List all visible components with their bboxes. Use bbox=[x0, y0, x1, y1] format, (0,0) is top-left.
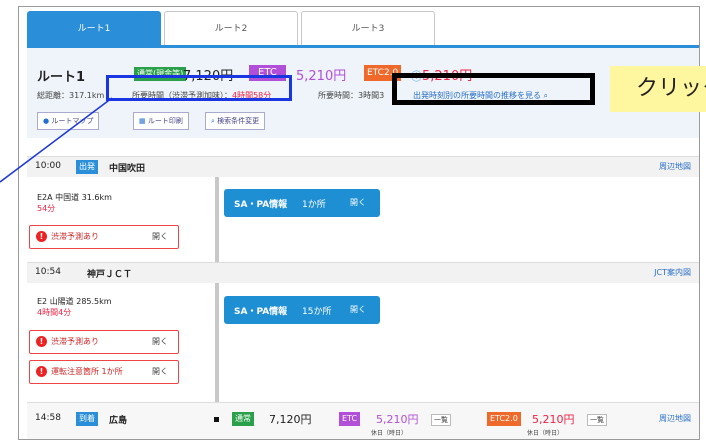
end-etc2-badge: ETC2.0 bbox=[487, 412, 521, 426]
road-segment-1: E2A 中国道 31.6km bbox=[37, 193, 112, 202]
sa-pa-2-open: 開く bbox=[350, 305, 366, 314]
tab-route-1[interactable]: ルート1 bbox=[27, 11, 161, 48]
end-etc-price: 5,210円 bbox=[376, 413, 419, 426]
transition-link-highlight-box bbox=[392, 73, 595, 105]
caution-spot-count: 1か所 bbox=[101, 367, 123, 376]
congestion-warning-1-open[interactable]: 開く bbox=[152, 231, 168, 242]
timeline-marker-end bbox=[214, 417, 219, 422]
sa-pa-info-button-1[interactable]: SA・PA情報 1か所 開く bbox=[224, 189, 380, 217]
road-segment-1-duration: 54分 bbox=[37, 204, 56, 213]
sa-pa-1-open: 開く bbox=[350, 198, 366, 207]
end-time: 14:58 bbox=[35, 413, 61, 423]
end-etc2-sub: 休日（時日） bbox=[527, 430, 564, 437]
sa-pa-1-title: SA・PA情報 bbox=[234, 200, 288, 210]
jct-guide-map-link[interactable]: JCT案内図 bbox=[654, 267, 691, 278]
click-callout: クリック bbox=[610, 66, 706, 112]
end-place: 広島 bbox=[109, 416, 128, 426]
start-place: 中国吹田 bbox=[109, 164, 146, 174]
caution-spot-text: 運転注意箇所 1か所 bbox=[51, 366, 123, 377]
congestion-warning-1[interactable]: ! 渋滞予測あり 開く bbox=[29, 225, 179, 249]
total-distance: 総距離：317.1km bbox=[37, 91, 105, 100]
end-area-map-link[interactable]: 周辺地図 bbox=[659, 413, 691, 424]
route-map-label: ルートマップ bbox=[51, 117, 94, 125]
etc-price: 5,210円 bbox=[296, 69, 347, 84]
depart-badge: 出発 bbox=[76, 160, 98, 174]
arrive-badge: 到着 bbox=[76, 412, 98, 426]
segment-end: 14:58 到着 広島 通常 7,120円 ETC 5,210円 一覧 休日（時… bbox=[27, 402, 699, 439]
map-pin-icon: ● bbox=[43, 117, 50, 125]
caution-spot-warning[interactable]: ! 運転注意箇所 1か所 開く bbox=[29, 360, 179, 384]
alert-icon: ! bbox=[36, 336, 47, 347]
sa-pa-2-count: 15か所 bbox=[302, 307, 332, 317]
segment-jct: 10:54 神戸ＪＣＴ JCT案内図 bbox=[27, 262, 699, 283]
search-icon: ⌕ bbox=[211, 117, 215, 125]
tab-route-2[interactable]: ルート2 bbox=[164, 11, 298, 48]
start-area-map-link[interactable]: 周辺地図 bbox=[659, 161, 691, 172]
road-segment-2: E2 山陽道 285.5km bbox=[37, 297, 112, 306]
change-search-button[interactable]: ⌕ 検索条件変更 bbox=[205, 112, 266, 130]
end-etc2-list-button[interactable]: 一覧 bbox=[587, 414, 607, 426]
route-print-label: ルート印刷 bbox=[147, 117, 183, 125]
end-normal-price: 7,120円 bbox=[269, 413, 312, 426]
congestion-warning-1-text: 渋滞予測あり bbox=[51, 232, 99, 241]
sa-pa-2-title: SA・PA情報 bbox=[234, 307, 288, 317]
start-time: 10:00 bbox=[35, 161, 61, 171]
tab-route-3[interactable]: ルート3 bbox=[301, 11, 435, 48]
alert-icon: ! bbox=[36, 231, 47, 242]
congestion-warning-2[interactable]: ! 渋滞予測あり 開く bbox=[29, 330, 179, 354]
congestion-warning-2-text: 渋滞予測あり bbox=[51, 337, 99, 346]
sa-pa-info-button-2[interactable]: SA・PA情報 15か所 開く bbox=[224, 296, 380, 324]
road-segment-2-duration: 4時間4分 bbox=[37, 308, 72, 317]
travel-time-plain: 所要時間：3時間3 bbox=[318, 91, 385, 100]
end-etc-sub: 休日（時日） bbox=[371, 430, 408, 437]
jct-place: 神戸ＪＣＴ bbox=[87, 270, 133, 280]
route-map-button[interactable]: ● ルートマップ bbox=[37, 112, 100, 130]
travel-time-highlight-box bbox=[106, 75, 292, 101]
sa-pa-1-count: 1か所 bbox=[302, 200, 326, 210]
change-search-label: 検索条件変更 bbox=[217, 117, 260, 125]
jct-time: 10:54 bbox=[35, 267, 61, 277]
caution-spot-label: 運転注意箇所 bbox=[51, 367, 99, 376]
segment-start: 10:00 出発 中国吹田 周辺地図 bbox=[27, 156, 699, 177]
end-etc2-price: 5,210円 bbox=[532, 413, 575, 426]
printer-icon: ▦ bbox=[139, 117, 146, 125]
route-name: ルート1 bbox=[37, 70, 86, 85]
end-etc-list-button[interactable]: 一覧 bbox=[431, 414, 451, 426]
end-etc-badge: ETC bbox=[339, 412, 361, 426]
congestion-warning-2-open[interactable]: 開く bbox=[152, 336, 168, 347]
route-print-button[interactable]: ▦ ルート印刷 bbox=[133, 112, 189, 130]
alert-icon: ! bbox=[36, 366, 47, 377]
end-normal-badge: 通常 bbox=[232, 412, 254, 426]
route-result-panel: ルート1 ルート2 ルート3 ルート1 通常(現金等) 7,120円 ETC 5… bbox=[18, 6, 700, 440]
caution-spot-open[interactable]: 開く bbox=[152, 366, 168, 377]
